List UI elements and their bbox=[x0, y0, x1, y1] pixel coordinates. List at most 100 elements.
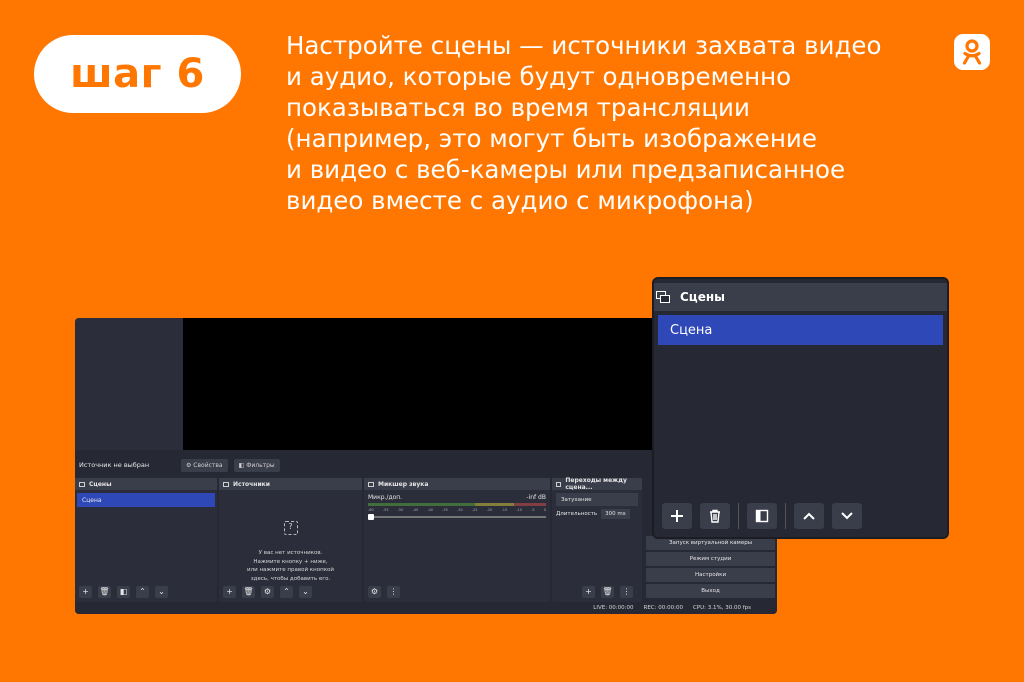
channel-level: -inf dB bbox=[526, 494, 546, 501]
transitions-toolbar: + 🗑 ⋮ bbox=[582, 586, 633, 598]
meter-tick-label: -45 bbox=[412, 508, 419, 512]
sources-dock-title: Источники bbox=[233, 480, 270, 488]
sources-empty-state[interactable]: ? У вас нет источников. Нажмите кнопку +… bbox=[219, 512, 362, 592]
mixer-dock-title: Микшер звука bbox=[378, 480, 429, 488]
meter-tick-label: -60 bbox=[368, 508, 374, 512]
chevron-up-icon[interactable] bbox=[794, 503, 824, 529]
transition-value: Затухание bbox=[561, 496, 592, 503]
properties-button[interactable]: ⚙ Свойства bbox=[181, 458, 228, 472]
transitions-dock-header: Переходы между сцена... bbox=[552, 477, 642, 491]
filters-label: Фильтры bbox=[246, 461, 275, 469]
ok-logo-icon bbox=[954, 34, 990, 70]
meter-tick-label: -5 bbox=[531, 508, 535, 512]
meter-tick-label: -50 bbox=[397, 508, 404, 512]
sources-dock-header: Источники bbox=[219, 478, 362, 490]
zoom-scenes-toolbar bbox=[662, 503, 870, 529]
menu-dots-icon[interactable]: ⋮ bbox=[387, 586, 400, 598]
properties-label: Свойства bbox=[193, 461, 223, 469]
no-source-label: Источник не выбран bbox=[79, 461, 150, 469]
scenes-dock: Сцены Сцена + 🗑 ◧ ⌃ ⌄ bbox=[75, 478, 217, 602]
channel-name: Микр./доп. bbox=[368, 494, 403, 501]
live-status: LIVE: 00:00:00 bbox=[593, 605, 634, 611]
plus-icon[interactable]: + bbox=[582, 586, 595, 598]
menu-dots-icon[interactable]: ⋮ bbox=[620, 586, 633, 598]
plus-icon[interactable] bbox=[662, 503, 692, 529]
gear-icon[interactable]: ⚙ bbox=[368, 586, 381, 598]
meter-tick-label: -30 bbox=[456, 508, 463, 512]
scenes-zoom-panel: Сцены Сцена bbox=[652, 277, 949, 539]
filter-icon[interactable]: ◧ bbox=[117, 586, 130, 598]
settings-label: Настройки bbox=[694, 572, 727, 578]
scenes-dock-header: Сцены bbox=[75, 478, 217, 490]
mixer-icon bbox=[368, 481, 374, 487]
duration-field[interactable]: 300 ms bbox=[601, 509, 630, 519]
studio-mode-label: Режим студии bbox=[689, 556, 732, 562]
filter-icon[interactable] bbox=[747, 503, 777, 529]
zoom-scene-label: Сцена bbox=[670, 322, 713, 338]
mixer-dock-header: Микшер звука bbox=[364, 478, 550, 490]
exit-button[interactable]: Выход bbox=[646, 584, 775, 598]
trash-icon[interactable]: 🗑 bbox=[601, 586, 614, 598]
sources-toolbar: + 🗑 ⚙ ⌃ ⌄ bbox=[223, 586, 312, 598]
zoom-scenes-header: Сцены bbox=[654, 283, 947, 311]
sources-empty-text: У вас нет источников. Нажмите кнопку + н… bbox=[247, 550, 334, 582]
sources-dock: Источники ? У вас нет источников. Нажмит… bbox=[219, 478, 362, 602]
scene-item-label: Сцена bbox=[82, 496, 102, 504]
chevron-down-icon[interactable]: ⌄ bbox=[299, 586, 312, 598]
meter-tick-label: -20 bbox=[486, 508, 493, 512]
volume-slider-knob[interactable] bbox=[368, 514, 374, 520]
volume-meter bbox=[368, 503, 546, 506]
exit-label: Выход bbox=[701, 588, 720, 594]
meter-tick-label: -40 bbox=[427, 508, 434, 512]
toolbar-separator bbox=[738, 503, 739, 529]
plus-icon[interactable]: + bbox=[223, 586, 236, 598]
toolbar-separator bbox=[785, 503, 786, 529]
meter-tick-label: -10 bbox=[516, 508, 522, 512]
step-badge: шаг 6 bbox=[34, 35, 241, 113]
scenes-icon bbox=[79, 481, 85, 487]
status-bar: LIVE: 00:00:00 REC: 00:00:00 CPU: 3.1%, … bbox=[75, 602, 777, 614]
chevron-down-icon[interactable] bbox=[832, 503, 862, 529]
chevron-down-icon[interactable]: ⌄ bbox=[155, 586, 168, 598]
audio-mixer-dock: Микшер звука Микр./доп. -inf dB -60 -55 -50… bbox=[364, 478, 550, 602]
zoom-scene-item[interactable]: Сцена bbox=[658, 315, 943, 345]
studio-mode-button[interactable]: Режим студии bbox=[646, 552, 775, 566]
chevron-up-icon[interactable]: ⌃ bbox=[280, 586, 293, 598]
meter-tick-label: -55 bbox=[382, 508, 389, 512]
transitions-icon bbox=[556, 481, 562, 487]
scenes-icon bbox=[656, 291, 670, 303]
scenes-dock-title: Сцены bbox=[89, 480, 112, 488]
headline-text: Настройте сцены — источники захвата виде… bbox=[286, 31, 882, 215]
rec-status: REC: 00:00:00 bbox=[643, 605, 683, 611]
transitions-dock: Переходы между сцена... Затухание Длител… bbox=[552, 477, 642, 602]
settings-button[interactable]: Настройки bbox=[646, 568, 775, 582]
gear-icon[interactable]: ⚙ bbox=[261, 586, 274, 598]
chevron-up-icon[interactable]: ⌃ bbox=[136, 586, 149, 598]
trash-icon[interactable]: 🗑 bbox=[242, 586, 255, 598]
transitions-dock-title: Переходы между сцена... bbox=[565, 477, 627, 491]
sources-icon bbox=[223, 481, 229, 487]
meter-tick-label: -15 bbox=[501, 508, 508, 512]
virtual-camera-label: Запуск виртуальной камеры bbox=[668, 540, 753, 546]
plus-icon[interactable]: + bbox=[79, 586, 92, 598]
duration-label: Длительность bbox=[556, 511, 598, 517]
mixer-toolbar: ⚙ ⋮ bbox=[368, 586, 400, 598]
scenes-toolbar: + 🗑 ◧ ⌃ ⌄ bbox=[79, 586, 168, 598]
left-strip bbox=[75, 318, 183, 450]
scene-list-item[interactable]: Сцена bbox=[77, 493, 215, 507]
duration-row: Длительность 300 ms bbox=[556, 509, 638, 519]
trash-icon[interactable]: 🗑 bbox=[98, 586, 111, 598]
meter-tick-label: -35 bbox=[442, 508, 448, 512]
volume-slider[interactable] bbox=[368, 514, 546, 520]
zoom-scenes-title: Сцены bbox=[680, 290, 725, 304]
meter-tick-label: 0 bbox=[543, 508, 546, 512]
meter-tick-label: -25 bbox=[471, 508, 478, 512]
meter-ticks: -60 -55 -50 -45 -40 -35 -30 -25 -20 -15 -10 -5 0 bbox=[368, 508, 546, 512]
filters-button[interactable]: ◧ Фильтры bbox=[233, 458, 280, 472]
cpu-status: CPU: 3.1%, 30.00 fps bbox=[692, 605, 751, 611]
transition-select[interactable]: Затухание bbox=[556, 493, 638, 506]
mixer-channel-row: Микр./доп. -inf dB bbox=[364, 490, 550, 501]
step-label: шаг 6 bbox=[70, 51, 205, 97]
trash-icon[interactable] bbox=[700, 503, 730, 529]
question-icon: ? bbox=[283, 520, 298, 535]
